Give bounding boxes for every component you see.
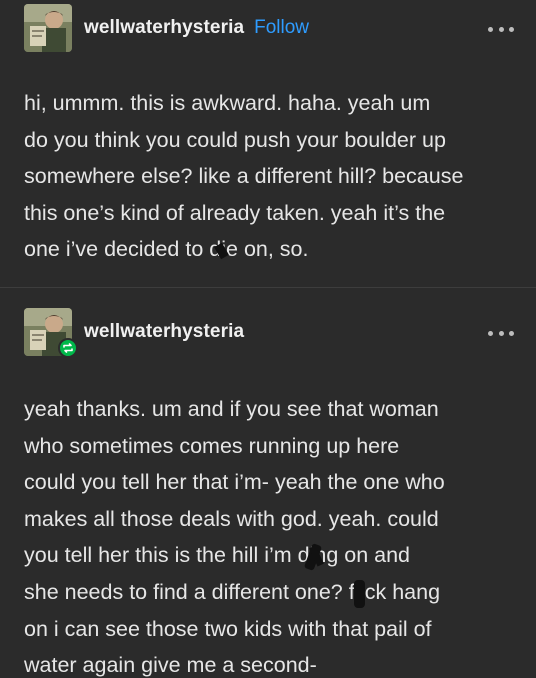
post-line: water again give me a second- xyxy=(24,653,317,678)
more-options-icon[interactable] xyxy=(488,24,514,34)
post-body: hi, ummm. this is awkward. haha. yeah um… xyxy=(24,85,524,268)
post-reblog: wellwaterhysteria yeah thanks. um and if… xyxy=(0,288,536,678)
username[interactable]: wellwaterhysteria xyxy=(84,321,244,343)
follow-button[interactable]: Follow xyxy=(254,17,309,39)
username[interactable]: wellwaterhysteria xyxy=(84,17,244,39)
post-line: this one’s kind of already taken. yeah i… xyxy=(24,200,446,225)
reblog-icon xyxy=(58,338,78,358)
post-header: wellwaterhysteria xyxy=(84,321,244,343)
post-line: hi, ummm. this is awkward. haha. yeah um xyxy=(24,91,431,115)
post-text: you tell her this is the hill i’m d xyxy=(24,543,310,568)
post-line: yeah thanks. um and if you see that woma… xyxy=(24,397,439,421)
post-text: ie on, so. xyxy=(221,237,309,262)
avatar[interactable] xyxy=(24,4,72,52)
post-line: who sometimes comes running up here xyxy=(24,433,400,458)
post-line: on i can see those two kids with that pa… xyxy=(24,616,432,641)
post-text: ck hang xyxy=(364,579,441,604)
avatar-image xyxy=(24,4,72,52)
post-line: could you tell her that i’m- yeah the on… xyxy=(24,470,445,495)
post-line: somewhere else? like a different hill? b… xyxy=(24,164,464,189)
post-line: do you think you could push your boulder… xyxy=(24,127,446,152)
post-text: she needs to find a different one? f xyxy=(24,579,355,604)
post-line-with-scribble: one i’ve decided to d ie on, so. xyxy=(24,231,524,268)
post-text: one i’ve decided to d xyxy=(24,237,222,262)
post-line: makes all those deals with god. yeah. co… xyxy=(24,506,439,531)
post-body: yeah thanks. um and if you see that woma… xyxy=(24,391,524,678)
post-text: ing on and xyxy=(309,543,411,568)
post-line-with-scribble: she needs to find a different one? f ck h… xyxy=(24,574,524,611)
post-original: wellwaterhysteria Follow hi, ummm. this … xyxy=(0,0,536,288)
post-header: wellwaterhysteria Follow xyxy=(84,17,309,39)
post-line-with-scribble: you tell her this is the hill i’m d ing o… xyxy=(24,537,524,574)
more-options-icon[interactable] xyxy=(488,328,514,338)
